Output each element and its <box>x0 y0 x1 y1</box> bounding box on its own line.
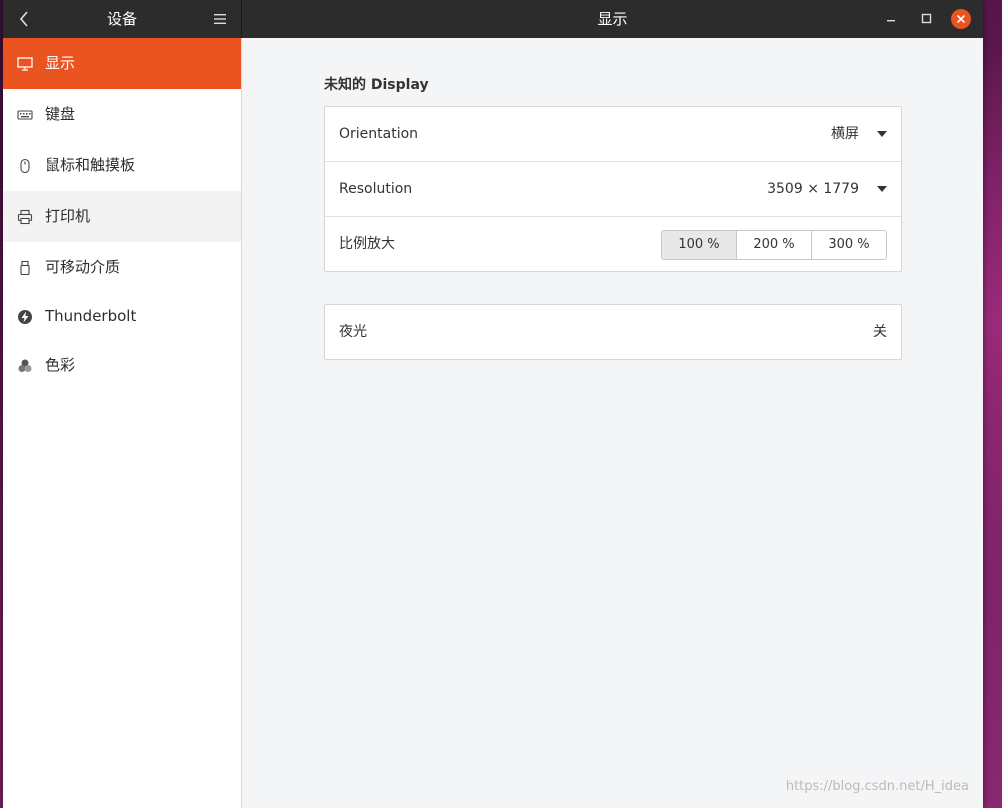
sidebar-item-label: 显示 <box>45 54 76 72</box>
printer-icon <box>17 209 33 224</box>
mouse-icon <box>20 158 30 173</box>
sidebar-item-printers[interactable]: 打印机 <box>3 191 241 242</box>
sidebar-item-label: 打印机 <box>45 207 91 225</box>
window-title: 显示 <box>597 10 628 28</box>
resolution-row[interactable]: Resolution 3509 × 1779 <box>325 162 901 217</box>
scale-300-button[interactable]: 300 % <box>812 231 886 259</box>
orientation-value: 横屏 <box>831 126 859 142</box>
orientation-row[interactable]: Orientation 横屏 <box>325 107 901 162</box>
night-light-status: 关 <box>873 324 887 340</box>
sidebar-header-title: 设备 <box>106 10 137 28</box>
display-panel: 未知的 Display Orientation 横屏 Resolution 35… <box>242 38 983 808</box>
sidebar-item-label: 可移动介质 <box>45 258 121 276</box>
resolution-value: 3509 × 1779 <box>767 181 859 197</box>
night-light-card: 夜光 关 <box>324 304 902 360</box>
titlebar: 设备 显示 <box>3 0 983 38</box>
sidebar: 显示 键盘 鼠标和触摸板 打印机 可移动介质 Thunderbolt 色彩 <box>3 38 242 808</box>
orientation-label: Orientation <box>339 126 419 142</box>
chevron-down-icon <box>877 131 887 137</box>
usb-icon <box>20 260 30 275</box>
resolution-label: Resolution <box>339 181 413 197</box>
scale-200-button[interactable]: 200 % <box>737 231 812 259</box>
sidebar-item-removable-media[interactable]: 可移动介质 <box>3 242 241 293</box>
display-settings-card: Orientation 横屏 Resolution 3509 × 1779 比例… <box>324 106 902 272</box>
sidebar-item-label: 色彩 <box>45 356 76 374</box>
sidebar-item-color[interactable]: 色彩 <box>3 340 241 391</box>
keyboard-icon <box>17 109 33 120</box>
thunderbolt-icon <box>18 309 32 324</box>
sidebar-item-display[interactable]: 显示 <box>3 38 241 89</box>
minimize-icon[interactable] <box>886 13 898 25</box>
color-icon <box>18 359 32 372</box>
sidebar-item-label: 键盘 <box>45 105 76 123</box>
settings-window: 设备 显示 显示 键盘 鼠标和触摸板 打印机 可移动介质 Thunderbolt… <box>3 0 983 808</box>
close-icon <box>956 14 966 24</box>
close-button[interactable] <box>951 9 971 29</box>
scale-toggle-group: 100 % 200 % 300 % <box>661 230 887 260</box>
night-light-label: 夜光 <box>339 324 367 340</box>
hamburger-menu-icon[interactable] <box>213 12 227 26</box>
display-section-title: 未知的 Display <box>324 77 429 93</box>
sidebar-item-label: 鼠标和触摸板 <box>45 156 136 174</box>
watermark: https://blog.csdn.net/H_idea <box>785 779 969 794</box>
scale-label: 比例放大 <box>339 236 395 252</box>
night-light-row[interactable]: 夜光 关 <box>325 305 901 359</box>
sidebar-item-mouse[interactable]: 鼠标和触摸板 <box>3 140 241 191</box>
sidebar-item-thunderbolt[interactable]: Thunderbolt <box>3 293 241 340</box>
scale-row: 比例放大 100 % 200 % 300 % <box>325 217 901 271</box>
scale-100-button[interactable]: 100 % <box>662 231 737 259</box>
sidebar-header: 设备 <box>3 0 242 38</box>
chevron-down-icon <box>877 186 887 192</box>
sidebar-item-keyboard[interactable]: 键盘 <box>3 89 241 140</box>
display-icon <box>17 56 33 71</box>
maximize-icon[interactable] <box>921 13 933 25</box>
sidebar-item-label: Thunderbolt <box>45 307 137 325</box>
